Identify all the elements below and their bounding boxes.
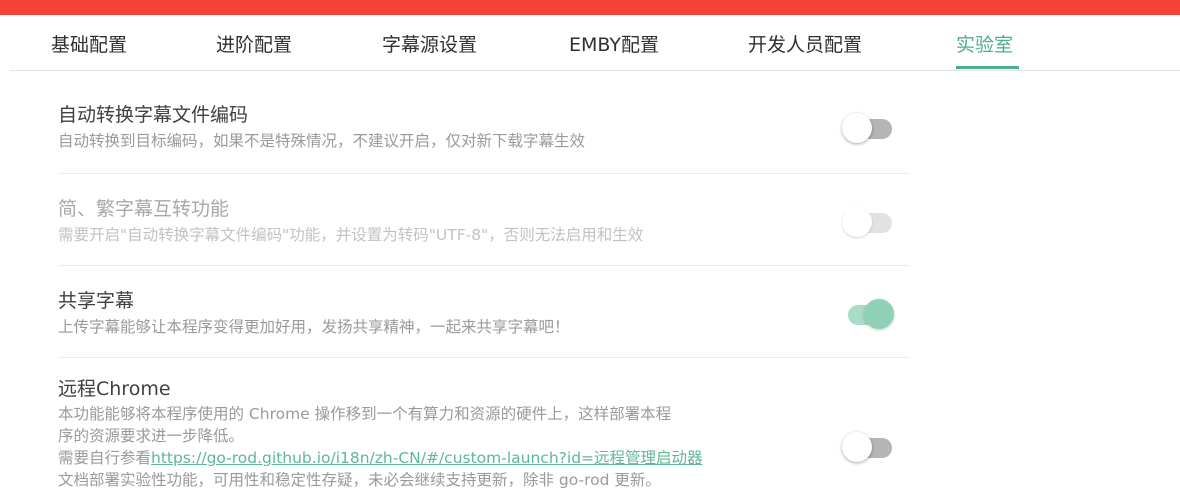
- tab-emby-config[interactable]: EMBY配置: [569, 30, 659, 57]
- setting-description: 上传字幕能够让本程序变得更加好用，发扬共享精神，一起来共享字幕吧！: [58, 318, 570, 336]
- toggle-knob: [864, 299, 894, 329]
- description-prefix: 需要自行参看: [58, 449, 152, 467]
- tab-advanced-config[interactable]: 进阶配置: [216, 30, 292, 57]
- setting-description: 自动转换到目标编码，如果不是特殊情况，不建议开启，仅对新下载字幕生效: [58, 132, 586, 150]
- simplified-traditional-toggle[interactable]: [842, 204, 892, 238]
- tab-subtitle-source-settings[interactable]: 字幕源设置: [382, 30, 477, 57]
- setting-row-auto-convert-encoding: 自动转换字幕文件编码 自动转换到目标编码，如果不是特殊情况，不建议开启，仅对新下…: [58, 71, 910, 174]
- setting-title: 远程Chrome: [58, 378, 171, 400]
- setting-description-line: 需要自行参看https://go-rod.github.io/i18n/zh-C…: [58, 447, 703, 469]
- setting-title: 共享字幕: [58, 290, 135, 312]
- remote-chrome-toggle[interactable]: [842, 429, 892, 463]
- setting-title: 自动转换字幕文件编码: [58, 104, 249, 126]
- tab-developer-config[interactable]: 开发人员配置: [748, 30, 862, 57]
- toggle-knob: [842, 113, 872, 143]
- settings-tab-bar: 基础配置 进阶配置 字幕源设置 EMBY配置 开发人员配置 实验室: [10, 15, 1180, 71]
- setting-description-line: 序的资源要求进一步降低。: [58, 427, 245, 445]
- auto-convert-encoding-toggle[interactable]: [842, 110, 892, 144]
- setting-description-line: 文档部署实验性功能，可用性和稳定性存疑，未必会继续支持更新，除非 go-rod …: [58, 471, 661, 489]
- tab-basic-config[interactable]: 基础配置: [51, 30, 127, 57]
- setting-row-remote-chrome: 远程Chrome 本功能能够将本程序使用的 Chrome 操作移到一个有算力和资…: [58, 358, 910, 498]
- tab-lab[interactable]: 实验室: [956, 30, 1013, 57]
- setting-row-simplified-traditional-conversion: 简、繁字幕互转功能 需要开启"自动转换字幕文件编码"功能，并设置为转码"UTF-…: [58, 174, 910, 266]
- top-color-bar: [0, 0, 1180, 15]
- setting-row-share-subtitles: 共享字幕 上传字幕能够让本程序变得更加好用，发扬共享精神，一起来共享字幕吧！: [58, 266, 910, 358]
- setting-description-line: 本功能能够将本程序使用的 Chrome 操作移到一个有算力和资源的硬件上，这样部…: [58, 405, 672, 423]
- active-tab-indicator: [956, 66, 1019, 69]
- go-rod-docs-link[interactable]: https://go-rod.github.io/i18n/zh-CN/#/cu…: [151, 449, 703, 467]
- settings-list: 自动转换字幕文件编码 自动转换到目标编码，如果不是特殊情况，不建议开启，仅对新下…: [58, 71, 910, 498]
- setting-description: 需要开启"自动转换字幕文件编码"功能，并设置为转码"UTF-8"，否则无法启用和…: [58, 226, 644, 244]
- share-subtitles-toggle[interactable]: [842, 296, 894, 330]
- toggle-knob: [842, 207, 872, 237]
- toggle-knob: [842, 432, 872, 462]
- setting-title: 简、繁字幕互转功能: [58, 198, 230, 220]
